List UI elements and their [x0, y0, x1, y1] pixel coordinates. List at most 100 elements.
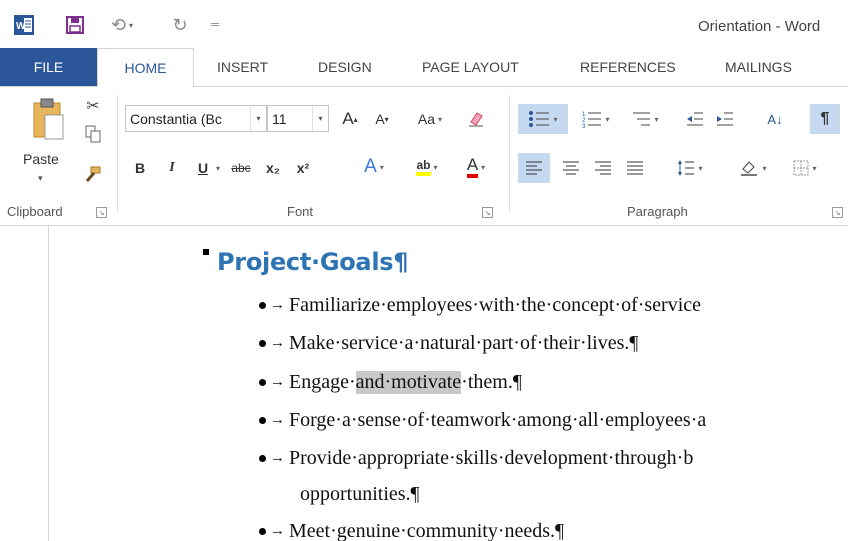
grow-font-button[interactable]: A ▴: [338, 107, 362, 131]
clear-formatting-icon[interactable]: [464, 107, 488, 131]
bold-button[interactable]: B: [130, 155, 150, 181]
numbering-icon[interactable]: 1 2 3 ▾: [574, 104, 618, 134]
clipboard-launcher-icon[interactable]: ↘: [96, 207, 107, 218]
list-item-text: opportunities.¶: [300, 482, 420, 505]
list-item-text: Engage·: [289, 370, 356, 393]
font-size-combo[interactable]: 11 ▾: [267, 105, 329, 132]
list-item-text: Meet·genuine·community·needs.¶: [289, 519, 565, 541]
italic-button[interactable]: I: [162, 155, 182, 181]
paragraph-group-label: Paragraph: [627, 204, 688, 219]
tab-home[interactable]: HOME: [97, 48, 194, 87]
list-item[interactable]: → Engage· and·motivate ·them.¶: [259, 367, 522, 397]
change-case-label: Aa: [417, 111, 436, 127]
strikethrough-button[interactable]: abc: [226, 155, 256, 181]
tab-references[interactable]: REFERENCES: [580, 48, 676, 86]
shading-icon[interactable]: ▾: [728, 153, 778, 183]
align-left-icon[interactable]: [518, 153, 550, 183]
justify-icon[interactable]: [620, 153, 650, 183]
list-item-continuation[interactable]: opportunities.¶: [300, 479, 420, 509]
document-canvas[interactable]: Project·Goals¶ → Familiarize·employees·w…: [0, 226, 848, 541]
font-family-combo[interactable]: Constantia (Bc ▾: [125, 105, 267, 132]
tab-arrow-icon: →: [270, 334, 285, 351]
clipboard-icon: [33, 98, 64, 140]
font-group-label: Font: [287, 204, 314, 219]
list-item[interactable]: → Provide·appropriate·skills·development…: [259, 443, 693, 473]
group-divider: [117, 95, 118, 213]
list-item[interactable]: → Make·service·a·natural·part·of·their·l…: [259, 328, 638, 358]
page-margin-line: [48, 226, 49, 541]
paste-button[interactable]: [22, 97, 74, 148]
tab-page-layout[interactable]: PAGE LAYOUT: [422, 48, 519, 86]
bullet-icon: [259, 454, 266, 462]
bullet-icon: [259, 301, 266, 309]
tab-insert[interactable]: INSERT: [217, 48, 268, 86]
bullet-icon: [259, 339, 266, 347]
svg-text:W: W: [16, 21, 26, 32]
cut-icon[interactable]: ✂: [82, 95, 104, 117]
borders-icon[interactable]: ▾: [782, 153, 828, 183]
tab-design[interactable]: DESIGN: [318, 48, 372, 86]
undo-icon[interactable]: ⟲ ▾: [107, 14, 137, 36]
tab-file[interactable]: FILE: [0, 48, 97, 86]
paragraph-launcher-icon[interactable]: ↘: [832, 207, 843, 218]
underline-dropdown-icon[interactable]: ▾: [212, 155, 224, 181]
paste-dropdown-icon[interactable]: ▾: [38, 173, 43, 184]
list-item[interactable]: → Forge·a·sense·of·teamwork·among·all·em…: [259, 405, 706, 435]
tab-arrow-icon: →: [270, 411, 285, 428]
font-color-button[interactable]: A ▾: [456, 153, 496, 181]
change-case-button[interactable]: Aa ▾: [408, 107, 452, 131]
bullet-icon: [259, 378, 266, 386]
list-item-text: ·them.¶: [461, 370, 522, 393]
highlight-label: ab: [416, 158, 431, 176]
selected-text[interactable]: and·motivate: [355, 370, 462, 394]
line-spacing-icon[interactable]: ▾: [668, 153, 712, 183]
font-family-value: Constantia (Bc: [130, 110, 222, 127]
clipboard-group-label: Clipboard: [7, 204, 63, 219]
font-size-value: 11: [272, 110, 287, 127]
format-painter-icon[interactable]: [80, 163, 104, 185]
word-logo-icon[interactable]: W: [12, 14, 36, 36]
align-right-icon[interactable]: [588, 153, 618, 183]
bullet-icon: [259, 416, 266, 424]
increase-indent-icon[interactable]: [712, 104, 738, 134]
highlight-button[interactable]: ab ▾: [408, 153, 446, 181]
list-item-text: Forge·a·sense·of·teamwork·among·all·empl…: [289, 408, 707, 431]
multilevel-list-icon[interactable]: ▾: [622, 104, 668, 134]
chevron-down-icon[interactable]: ▾: [250, 106, 266, 131]
shrink-font-button[interactable]: A ▾: [370, 107, 394, 131]
show-formatting-marks-button[interactable]: ¶: [810, 104, 840, 134]
bullet-icon: [259, 527, 266, 535]
superscript-button[interactable]: x²: [292, 155, 314, 181]
shrink-font-label: A: [375, 111, 385, 127]
list-item-text: Make·service·a·natural·part·of·their·liv…: [289, 331, 639, 354]
tab-arrow-icon: →: [270, 373, 285, 390]
decrease-indent-icon[interactable]: [682, 104, 708, 134]
text-effects-button[interactable]: A ▾: [356, 153, 392, 181]
paragraph-anchor-icon: [203, 249, 209, 255]
bullets-icon: [529, 111, 550, 127]
font-launcher-icon[interactable]: ↘: [482, 207, 493, 218]
tab-mailings[interactable]: MAILINGS: [725, 48, 792, 86]
list-item[interactable]: → Familiarize·employees·with·the·concept…: [259, 290, 701, 320]
chevron-down-icon[interactable]: ▾: [312, 106, 328, 131]
ribbon-tabs: FILE HOME INSERT DESIGN PAGE LAYOUT REFE…: [0, 48, 848, 87]
subscript-button[interactable]: x₂: [262, 155, 284, 181]
list-item-text: Provide·appropriate·skills·development·t…: [289, 446, 694, 469]
underline-button[interactable]: U: [193, 155, 213, 181]
customize-toolbar-icon[interactable]: ═: [208, 14, 222, 36]
document-heading[interactable]: Project·Goals¶: [217, 248, 409, 276]
paste-label: Paste: [23, 151, 59, 167]
tab-arrow-icon: →: [270, 296, 285, 313]
svg-text:3: 3: [582, 124, 586, 128]
title-bar: W ⟲ ▾ ↻ ═ Orientation - Word: [0, 0, 848, 48]
align-center-icon[interactable]: [556, 153, 586, 183]
copy-icon[interactable]: [82, 123, 104, 145]
save-icon[interactable]: [65, 14, 85, 36]
bullets-button[interactable]: ▾: [518, 104, 568, 134]
text-effects-label: A: [364, 156, 377, 177]
redo-icon[interactable]: ↻: [168, 14, 192, 36]
list-item[interactable]: → Meet·genuine·community·needs.¶: [259, 516, 564, 541]
sort-button[interactable]: A↓: [760, 104, 790, 134]
tab-arrow-icon: →: [270, 522, 285, 539]
word-window: W ⟲ ▾ ↻ ═ Orientation - Word FILE HOME IN…: [0, 0, 848, 541]
